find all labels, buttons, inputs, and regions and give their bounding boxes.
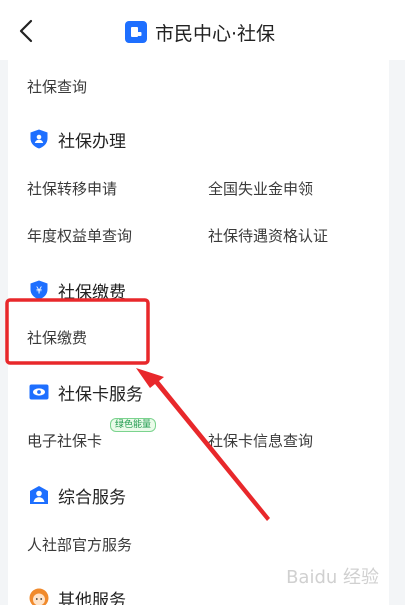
app-header: 市民中心·社保	[0, 0, 405, 60]
person-icon	[30, 486, 48, 504]
shield-icon	[30, 129, 48, 149]
service-item-social-security-payment[interactable]: 社保缴费	[27, 327, 87, 348]
chevron-left-icon	[19, 19, 33, 43]
service-item-transfer-application[interactable]: 社保转移申请	[27, 178, 117, 199]
eye-card-icon	[29, 384, 49, 400]
header-title-group: 市民中心·社保	[125, 19, 275, 45]
section-title: 社保卡服务	[58, 384, 143, 405]
section-title: 其他服务	[58, 590, 126, 605]
green-energy-badge: 绿色能量	[110, 418, 157, 432]
service-item-electronic-card[interactable]: 电子社保卡	[27, 430, 102, 451]
services-card: 社保查询 社保办理 社保转移申请 全国失业金申领 年度权益单查询 社保待遇资格认…	[8, 60, 389, 605]
section-title: 社保办理	[58, 131, 126, 152]
yuan-shield-icon: ¥	[30, 280, 48, 300]
section-header-social-security-handling: 社保办理	[28, 127, 126, 152]
back-button[interactable]	[14, 18, 38, 44]
service-item-unemployment-benefit[interactable]: 全国失业金申领	[208, 178, 313, 199]
service-item-card-info-query[interactable]: 社保卡信息查询	[208, 430, 313, 451]
section-header-other-services: 其他服务	[28, 586, 126, 605]
id-card-icon	[125, 21, 147, 43]
section-header-card-services: 社保卡服务	[28, 380, 143, 405]
service-item-benefit-qualification[interactable]: 社保待遇资格认证	[208, 225, 328, 246]
service-item-annual-statement[interactable]: 年度权益单查询	[27, 225, 132, 246]
section-title: 社保缴费	[58, 282, 126, 303]
service-item-official-services[interactable]: 人社部官方服务	[27, 534, 132, 555]
cartoon-face-icon	[29, 588, 49, 605]
watermark: Baidu 经验	[286, 567, 379, 588]
section-header-general-services: 综合服务	[28, 483, 126, 508]
service-item-social-security-query[interactable]: 社保查询	[27, 76, 87, 97]
page-title: 市民中心·社保	[155, 22, 276, 45]
section-title: 综合服务	[58, 487, 126, 508]
svg-text:¥: ¥	[36, 286, 42, 297]
section-header-social-security-payment: ¥ 社保缴费	[28, 278, 126, 303]
